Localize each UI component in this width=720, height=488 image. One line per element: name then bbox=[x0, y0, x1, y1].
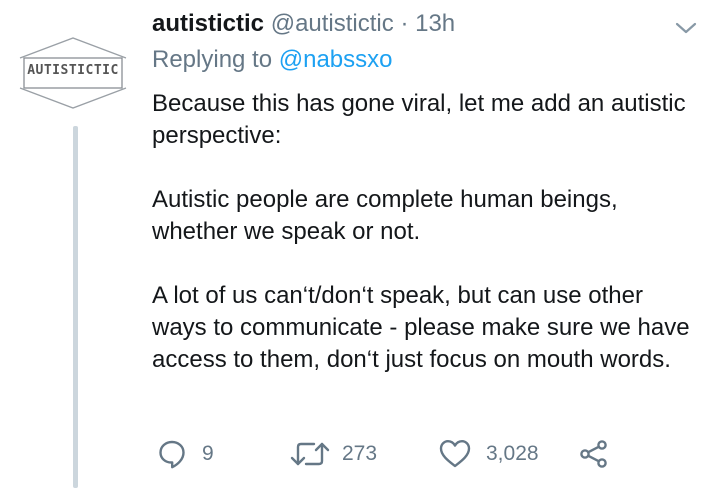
retweet-count: 273 bbox=[342, 442, 378, 465]
tweet-paragraph: Autistic people are complete human being… bbox=[152, 186, 618, 245]
thread-line bbox=[73, 126, 78, 488]
replying-to: Replying to @nabssxo bbox=[152, 44, 393, 76]
chevron-down-icon bbox=[675, 22, 697, 34]
retweet-icon bbox=[290, 442, 330, 466]
reply-icon bbox=[159, 440, 185, 469]
user-handle[interactable]: @autistictic bbox=[271, 10, 394, 37]
like-count: 3,028 bbox=[486, 442, 539, 465]
reply-button[interactable]: 9 bbox=[156, 436, 214, 472]
share-icon bbox=[580, 440, 607, 468]
tweet-menu-button[interactable] bbox=[672, 18, 700, 38]
header-separator: · bbox=[400, 10, 409, 37]
tweet-time[interactable]: 13h bbox=[415, 10, 455, 37]
replying-to-handle[interactable]: @nabssxo bbox=[279, 46, 393, 73]
replying-to-label: Replying to bbox=[152, 46, 273, 73]
display-name[interactable]: autistictic bbox=[152, 10, 264, 37]
retweet-button[interactable]: 273 bbox=[288, 436, 377, 472]
tweet-paragraph: Because this has gone viral, let me add … bbox=[152, 90, 686, 149]
share-button[interactable] bbox=[578, 436, 610, 472]
reply-count: 9 bbox=[202, 442, 214, 465]
tweet-header: autistictic @autistictic · 13h bbox=[152, 8, 455, 40]
avatar-label: AUTISTICTIC bbox=[27, 63, 119, 78]
heart-icon bbox=[439, 440, 471, 468]
avatar[interactable]: AUTISTICTIC bbox=[18, 36, 128, 110]
like-button[interactable]: 3,028 bbox=[438, 436, 539, 472]
tweet-text: Because this has gone viral, let me add … bbox=[152, 88, 692, 376]
tweet-actions: 9 273 3,028 bbox=[152, 436, 632, 472]
tweet-paragraph: A lot of us can‘t/don‘t speak, but can u… bbox=[152, 282, 690, 373]
